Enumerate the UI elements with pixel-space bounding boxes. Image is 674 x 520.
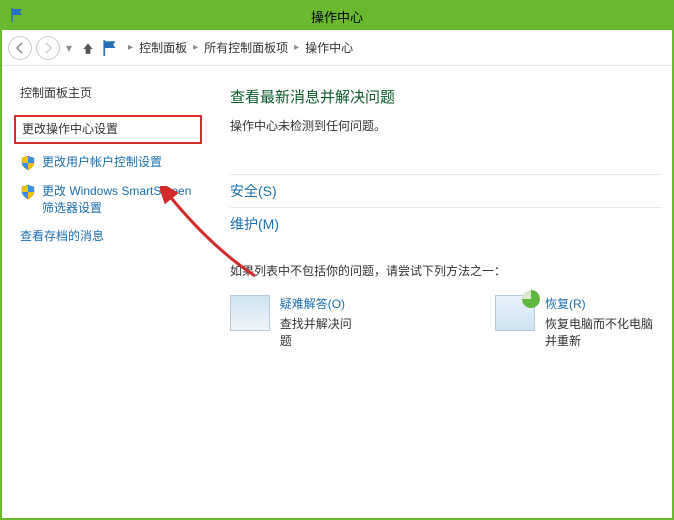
navbar: ▾ ▸ 控制面板 ▸ 所有控制面板项 ▸ 操作中心: [2, 30, 672, 66]
sidebar-item-label: 查看存档的消息: [20, 228, 104, 245]
shield-icon: [20, 184, 36, 200]
main-panel: 查看最新消息并解决问题 操作中心未检测到任何问题。 安全(S) 维护(M) 如果…: [202, 66, 672, 518]
tool-desc: 恢复电脑而不化电脑并重新: [545, 316, 662, 350]
titlebar: 操作中心: [2, 2, 672, 30]
sidebar-item-change-uac-settings[interactable]: 更改用户帐户控制设置: [20, 154, 202, 171]
breadcrumb-item[interactable]: 操作中心: [305, 39, 353, 56]
nav-dropdown-icon[interactable]: ▾: [66, 41, 72, 55]
section-security[interactable]: 安全(S): [230, 174, 662, 207]
forward-button[interactable]: [36, 36, 60, 60]
breadcrumb[interactable]: ▸ 控制面板 ▸ 所有控制面板项 ▸ 操作中心: [128, 39, 353, 56]
fallback-text: 如果列表中不包括你的问题，请尝试下列方法之一：: [230, 262, 662, 279]
sidebar-item-change-smartscreen-settings[interactable]: 更改 Windows SmartScreen 筛选器设置: [20, 183, 202, 217]
monitor-icon: [230, 295, 270, 331]
location-flag-icon: [102, 39, 120, 57]
sidebar-item-view-archived-messages[interactable]: 查看存档的消息: [20, 228, 202, 245]
monitor-recovery-icon: [495, 295, 535, 331]
section-label: 安全(S): [230, 183, 277, 199]
tool-title[interactable]: 疑难解答(O): [280, 295, 355, 312]
back-button[interactable]: [8, 36, 32, 60]
sidebar-item-change-action-center-settings[interactable]: 更改操作中心设置: [14, 115, 202, 144]
window-title: 操作中心: [311, 7, 363, 26]
tool-troubleshooting[interactable]: 疑难解答(O) 查找并解决问题: [230, 295, 355, 350]
tool-title[interactable]: 恢复(R): [545, 295, 662, 312]
breadcrumb-item[interactable]: 控制面板: [139, 39, 187, 56]
chevron-right-icon: ▸: [294, 42, 299, 53]
section-maintenance[interactable]: 维护(M): [230, 207, 662, 240]
sidebar-heading: 控制面板主页: [20, 84, 202, 101]
sidebar-item-label: 更改操作中心设置: [22, 121, 118, 138]
sidebar: 控制面板主页 更改操作中心设置 更改用户帐户控制设置 更改 Windows Sm…: [2, 66, 202, 518]
shield-icon: [20, 155, 36, 171]
breadcrumb-item[interactable]: 所有控制面板项: [204, 39, 288, 56]
page-heading: 查看最新消息并解决问题: [230, 86, 662, 107]
sidebar-item-label: 更改 Windows SmartScreen 筛选器设置: [42, 183, 202, 217]
chevron-right-icon: ▸: [193, 42, 198, 53]
sidebar-item-label: 更改用户帐户控制设置: [42, 154, 162, 171]
tool-desc: 查找并解决问题: [280, 316, 355, 350]
flag-icon: [10, 7, 26, 23]
page-subtext: 操作中心未检测到任何问题。: [230, 117, 662, 134]
up-button[interactable]: [78, 38, 98, 58]
tool-recovery[interactable]: 恢复(R) 恢复电脑而不化电脑并重新: [495, 295, 662, 350]
chevron-right-icon: ▸: [128, 42, 133, 53]
section-label: 维护(M): [230, 216, 279, 232]
